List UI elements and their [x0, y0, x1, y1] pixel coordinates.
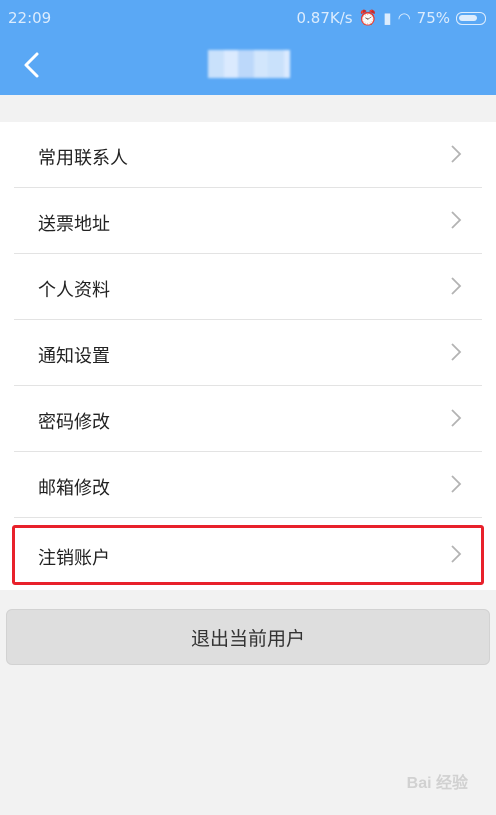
chevron-right-icon [451, 277, 462, 295]
menu-item-change-password[interactable]: 密码修改 [0, 386, 496, 452]
chevron-right-icon [451, 409, 462, 427]
chevron-right-icon [451, 343, 462, 361]
status-bar: 22:09 0.87K/s ⏰ ▮ ◠ 75% [0, 0, 496, 34]
menu-item-label: 常用联系人 [38, 148, 128, 169]
page-title-redacted [208, 50, 290, 78]
status-indicators: 0.87K/s ⏰ ▮ ◠ 75% [296, 9, 486, 27]
divider [14, 517, 482, 518]
menu-item-personal-info[interactable]: 个人资料 [0, 254, 496, 320]
menu-item-common-contacts[interactable]: 常用联系人 [0, 122, 496, 188]
back-button[interactable] [16, 48, 50, 82]
menu-item-label: 密码修改 [38, 412, 110, 433]
battery-percent: 75% [416, 9, 450, 27]
status-time: 22:09 [8, 9, 52, 27]
menu-item-label: 注销账户 [38, 548, 110, 569]
menu-item-change-email[interactable]: 邮箱修改 [0, 452, 496, 518]
menu-item-label: 送票地址 [38, 214, 110, 235]
menu-item-notification-settings[interactable]: 通知设置 [0, 320, 496, 386]
chevron-right-icon [451, 475, 462, 493]
network-speed: 0.87K/s [296, 9, 353, 27]
app-header: 22:09 0.87K/s ⏰ ▮ ◠ 75% [0, 0, 496, 95]
chevron-left-icon [24, 52, 39, 78]
logout-button[interactable]: 退出当前用户 [6, 609, 490, 665]
menu-item-label: 个人资料 [38, 280, 110, 301]
menu-item-delivery-address[interactable]: 送票地址 [0, 188, 496, 254]
signal-icon: ▮ [383, 9, 392, 27]
chevron-right-icon [451, 545, 462, 563]
chevron-right-icon [451, 145, 462, 163]
battery-icon [456, 11, 486, 25]
menu-item-label: 通知设置 [38, 346, 110, 367]
chevron-right-icon [451, 211, 462, 229]
wifi-icon: ◠ [397, 9, 411, 27]
settings-menu: 常用联系人 送票地址 个人资料 通知设置 密码修改 邮箱修改 注销账户 [0, 122, 496, 590]
alarm-icon: ⏰ [358, 9, 378, 27]
menu-item-delete-account[interactable]: 注销账户 [0, 522, 496, 588]
baidu-jingyan-watermark: Bai 经验 [406, 775, 468, 792]
menu-item-label: 邮箱修改 [38, 478, 110, 499]
